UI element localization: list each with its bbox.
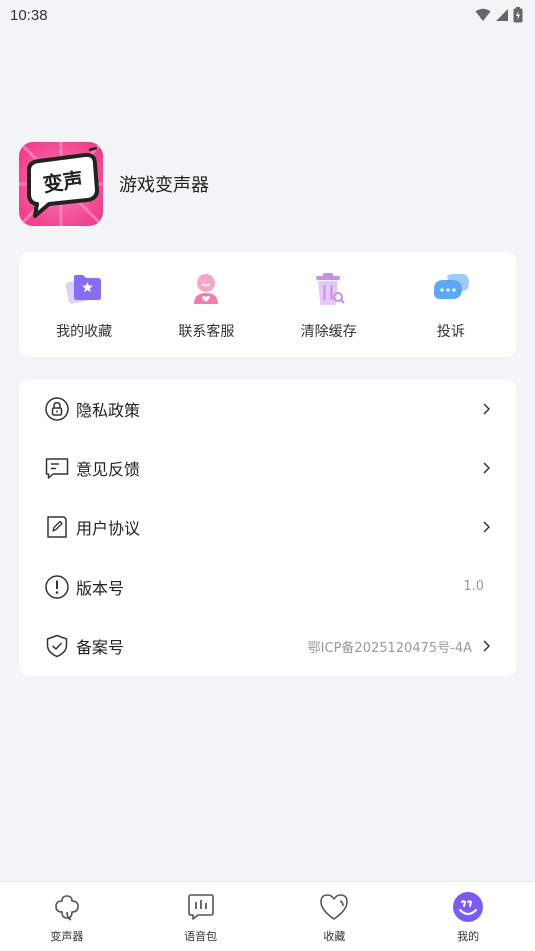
nav-label: 收藏 bbox=[323, 929, 346, 943]
icp-record-value: 鄂ICP备2025120475号-4A bbox=[307, 640, 472, 656]
nav-label: 我的 bbox=[457, 929, 480, 943]
quick-action-label: 清除缓存 bbox=[300, 323, 357, 340]
menu-label: 备案号 bbox=[76, 638, 125, 658]
clover-icon bbox=[50, 890, 84, 924]
quick-action-customer-service[interactable]: 联系客服 bbox=[150, 269, 262, 341]
nav-label: 语音包 bbox=[184, 929, 218, 943]
quick-action-label: 投诉 bbox=[436, 323, 465, 340]
lock-icon bbox=[44, 396, 70, 422]
app-name: 游戏变声器 bbox=[119, 175, 209, 196]
wifi-icon bbox=[475, 8, 491, 21]
favorites-folder-icon bbox=[64, 269, 104, 309]
nav-mine[interactable]: 我的 bbox=[418, 890, 518, 944]
nav-favorites[interactable]: 收藏 bbox=[284, 890, 384, 944]
voice-pack-icon bbox=[184, 890, 218, 924]
quick-action-label: 联系客服 bbox=[178, 323, 235, 340]
customer-service-icon bbox=[186, 269, 226, 309]
chat-bubble-icon bbox=[431, 269, 471, 309]
chevron-right-icon bbox=[480, 461, 492, 475]
chevron-right-icon bbox=[480, 639, 492, 653]
quick-actions-card: 我的收藏 联系客服 清除缓存 投诉 bbox=[19, 252, 516, 357]
menu-row-privacy-policy[interactable]: 隐私政策 bbox=[19, 379, 516, 438]
chevron-right-icon bbox=[480, 520, 492, 534]
menu-row-icp-record[interactable]: 备案号 鄂ICP备2025120475号-4A bbox=[19, 617, 516, 676]
signal-icon bbox=[496, 9, 508, 21]
quick-action-favorites[interactable]: 我的收藏 bbox=[28, 269, 140, 341]
menu-label: 隐私政策 bbox=[76, 400, 141, 420]
quick-action-complaint[interactable]: 投诉 bbox=[395, 269, 507, 341]
heart-icon bbox=[317, 890, 351, 924]
app-logo: 变声 bbox=[19, 142, 103, 226]
nav-voice-changer[interactable]: 变声器 bbox=[17, 890, 117, 944]
menu-row-feedback[interactable]: 意见反馈 bbox=[19, 438, 516, 497]
menu-row-user-agreement[interactable]: 用户协议 bbox=[19, 498, 516, 557]
version-value: 1.0 bbox=[463, 579, 484, 595]
battery-icon bbox=[513, 7, 523, 23]
chevron-right-icon bbox=[480, 402, 492, 416]
nav-label: 变声器 bbox=[50, 929, 84, 943]
profile-smile-icon bbox=[451, 890, 485, 924]
settings-menu-card: 隐私政策 意见反馈 用户协议 版本号 1.0 备案号 鄂ICP备20251204… bbox=[19, 379, 516, 676]
info-exclamation-icon bbox=[44, 574, 70, 600]
nav-voice-pack[interactable]: 语音包 bbox=[151, 890, 251, 944]
quick-action-label: 我的收藏 bbox=[56, 323, 113, 340]
trash-icon bbox=[309, 269, 349, 309]
status-time: 10:38 bbox=[10, 6, 48, 24]
document-edit-icon bbox=[44, 514, 70, 540]
quick-action-clear-cache[interactable]: 清除缓存 bbox=[273, 269, 385, 341]
menu-label: 意见反馈 bbox=[76, 460, 141, 480]
menu-label: 版本号 bbox=[76, 578, 125, 598]
menu-label: 用户协议 bbox=[76, 519, 141, 539]
status-bar: 10:38 bbox=[0, 0, 535, 30]
status-icons bbox=[475, 7, 523, 23]
app-header: 变声 游戏变声器 bbox=[19, 142, 209, 226]
bottom-nav: 变声器 语音包 收藏 我的 bbox=[0, 881, 535, 951]
menu-row-version[interactable]: 版本号 1.0 bbox=[19, 557, 516, 616]
feedback-icon bbox=[44, 455, 70, 481]
shield-check-icon bbox=[44, 633, 70, 659]
